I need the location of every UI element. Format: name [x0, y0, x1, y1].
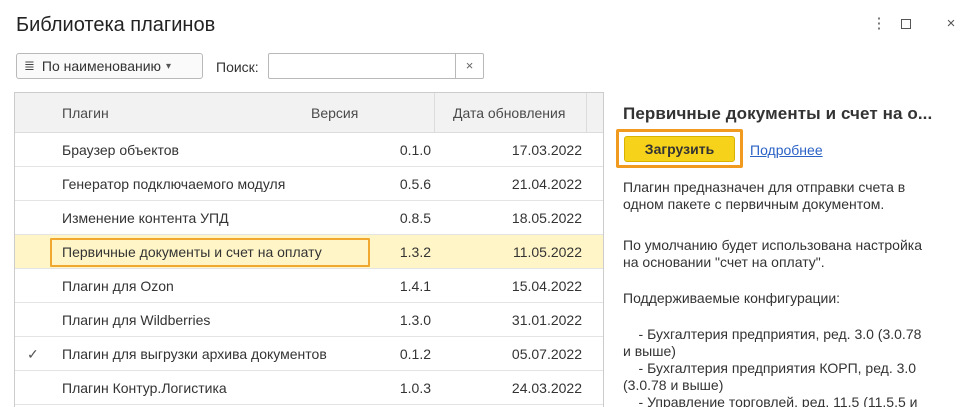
load-button[interactable]: Загрузить — [624, 136, 735, 162]
row-version: 0.5.6 — [399, 176, 431, 192]
row-date: 11.05.2022 — [512, 244, 582, 260]
row-plugin-name: Изменение контента УПД — [62, 210, 229, 226]
plugin-default-setting: По умолчанию будет использована настройк… — [623, 237, 923, 270]
row-version: 1.0.3 — [399, 380, 431, 396]
maximize-icon[interactable] — [897, 14, 915, 34]
row-plugin-name: Плагин для Wildberries — [62, 312, 211, 328]
table-row[interactable]: Изменение контента УПД 0.8.5 18.05.2022 — [15, 201, 603, 235]
row-check-icon — [27, 269, 47, 303]
row-plugin-name: Плагин Контур.Логистика — [62, 380, 227, 396]
row-check-icon — [27, 371, 47, 405]
row-check-icon — [27, 133, 47, 167]
search-input[interactable] — [268, 53, 456, 79]
row-date: 31.01.2022 — [511, 312, 582, 328]
row-version: 1.3.2 — [399, 244, 431, 260]
supported-configs-list: - Бухгалтерия предприятия, ред. 3.0 (3.0… — [623, 326, 922, 407]
row-plugin-name: Генератор подключаемого модуля — [62, 176, 286, 192]
table-row[interactable]: Плагин для Wildberries 1.3.0 31.01.2022 — [15, 303, 603, 337]
search-clear-button[interactable]: × — [455, 53, 484, 79]
row-version: 0.8.5 — [399, 210, 431, 226]
row-plugin-name: Плагин для Ozon — [62, 278, 174, 294]
row-date: 05.07.2022 — [511, 346, 582, 362]
row-check-icon — [27, 303, 47, 337]
supported-configs-heading: Поддерживаемые конфигурации: — [623, 290, 841, 306]
table-header: Плагин Версия Дата обновления — [15, 93, 603, 133]
sort-label: По наименованию — [41, 58, 162, 74]
sort-button[interactable]: ≣ По наименованию ▾ — [16, 53, 203, 79]
row-date: 21.04.2022 — [511, 176, 582, 192]
row-check-icon — [27, 167, 47, 201]
row-check-icon — [27, 201, 47, 235]
search-label: Поиск: — [216, 59, 259, 75]
table-row[interactable]: ✓ Плагин для выгрузки архива документов 0.… — [15, 337, 603, 371]
more-details-link[interactable]: Подробнее — [750, 142, 823, 158]
table-row[interactable]: Плагин Контур.Логистика 1.0.3 24.03.2022 — [15, 371, 603, 405]
plugin-details-title: Первичные документы и счет на о... — [623, 104, 933, 123]
row-version: 1.4.1 — [399, 278, 431, 294]
row-plugin-name: Первичные документы и счет на оплату — [62, 244, 322, 260]
row-check-icon — [27, 235, 47, 269]
window-title: Библиотека плагинов — [16, 14, 216, 36]
more-options-icon[interactable]: ⋮ — [870, 14, 888, 34]
chevron-down-icon: ▾ — [166, 60, 172, 72]
sort-icon: ≣ — [24, 58, 35, 73]
column-header-version[interactable]: Версия — [311, 93, 358, 133]
column-header-date[interactable]: Дата обновления — [453, 93, 565, 133]
plugin-description: Плагин предназначен для отправки счета в… — [623, 179, 906, 212]
row-date: 18.05.2022 — [511, 210, 582, 226]
row-version: 0.1.2 — [399, 346, 431, 362]
row-date: 24.03.2022 — [511, 380, 582, 396]
row-date: 15.04.2022 — [511, 278, 582, 294]
table-row[interactable]: Браузер объектов 0.1.0 17.03.2022 — [15, 133, 603, 167]
table-row[interactable]: Генератор подключаемого модуля 0.5.6 21.04… — [15, 167, 603, 201]
row-plugin-name: Плагин для выгрузки архива документов — [62, 346, 327, 362]
row-date: 17.03.2022 — [511, 142, 582, 158]
row-version: 1.3.0 — [399, 312, 431, 328]
row-plugin-name: Браузер объектов — [62, 142, 179, 158]
table-row[interactable]: Плагин для Ozon 1.4.1 15.04.2022 — [15, 269, 603, 303]
plugins-table: Плагин Версия Дата обновления Браузер об… — [14, 92, 604, 407]
table-row[interactable]: Первичные документы и счет на оплату 1.3.… — [15, 235, 603, 269]
close-icon[interactable]: × — [942, 14, 960, 34]
row-check-icon: ✓ — [27, 346, 39, 362]
column-header-plugin[interactable]: Плагин — [62, 93, 109, 133]
row-version: 0.1.0 — [399, 142, 431, 158]
